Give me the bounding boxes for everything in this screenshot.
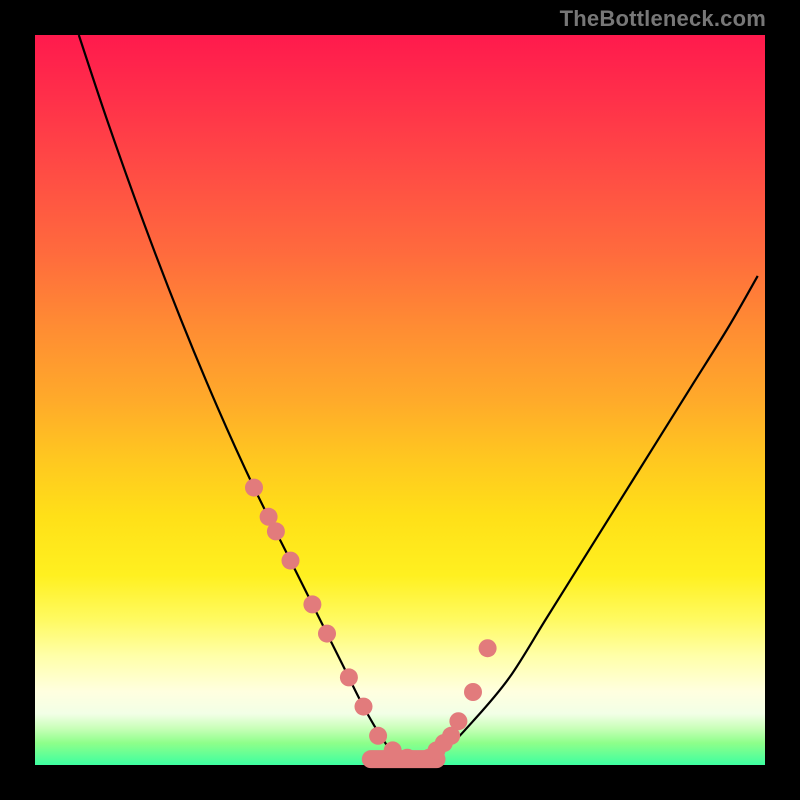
chart-frame: TheBottleneck.com [0,0,800,800]
watermark-text: TheBottleneck.com [560,6,766,32]
marker-dot [245,479,263,497]
marker-dot [398,749,416,767]
curve-line [79,35,758,759]
marker-dot [355,698,373,716]
marker-dot [340,668,358,686]
curve-svg [35,35,765,765]
marker-dot [303,595,321,613]
marker-dot [318,625,336,643]
plot-area [35,35,765,765]
marker-dot [449,712,467,730]
marker-dot [369,727,387,745]
marker-dot [464,683,482,701]
marker-dot [282,552,300,570]
marker-dot [479,639,497,657]
bottleneck-curve-path [79,35,758,759]
curve-markers [245,479,497,767]
marker-dot [267,522,285,540]
